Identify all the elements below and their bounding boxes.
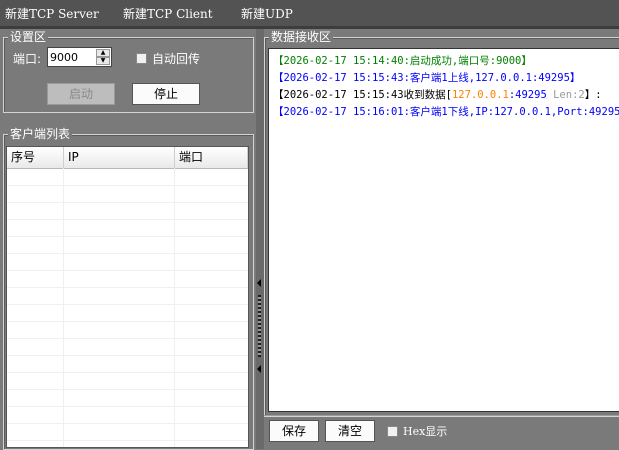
auto-reply-checkbox[interactable]	[136, 53, 147, 64]
table-grid-line	[7, 406, 248, 407]
settings-group-title: 设置区	[8, 30, 49, 44]
hex-display-label: Hex显示	[403, 425, 448, 438]
table-grid-line	[7, 202, 248, 203]
log-segment: Len:2	[553, 89, 585, 101]
new-tcp-client-tab[interactable]: 新建TCP Client	[123, 5, 213, 22]
log-line: 【2026-02-17 15:14:40:启动成功,端口号:9000】	[273, 55, 532, 67]
column-header-port[interactable]: 端口	[175, 147, 248, 168]
table-grid-line	[7, 440, 248, 441]
client-list-title: 客户端列表	[8, 127, 73, 141]
table-grid-line	[7, 304, 248, 305]
receive-group-title: 数据接收区	[269, 30, 334, 44]
log-line: 【2026-02-17 15:15:43收到数据[127.0.0.1:49295…	[273, 87, 602, 102]
pane-splitter[interactable]	[256, 29, 264, 449]
stop-button[interactable]: 停止	[132, 83, 200, 105]
table-grid-line	[7, 219, 248, 220]
clear-button[interactable]: 清空	[325, 420, 375, 442]
table-grid-line	[7, 372, 248, 373]
table-grid-line	[7, 287, 248, 288]
new-tcp-server-tab[interactable]: 新建TCP Server	[5, 5, 99, 22]
table-grid-line	[7, 389, 248, 390]
log-segment: 【2026-02-17 15:15:43收到数据[	[273, 89, 452, 101]
log-line: 【2026-02-17 15:16:01:客户端1下线,IP:127.0.0.1…	[273, 106, 619, 118]
new-udp-tab[interactable]: 新建UDP	[241, 5, 293, 22]
spin-down-icon[interactable]: ▼	[96, 57, 110, 65]
log-segment: 】:	[584, 89, 602, 101]
collapse-left-icon[interactable]	[257, 279, 261, 287]
log-segment: 127.0.0.1	[451, 89, 509, 101]
bottom-separator	[264, 415, 619, 416]
save-button[interactable]: 保存	[269, 420, 319, 442]
port-spinbox[interactable]: ▲ ▼	[47, 47, 112, 67]
start-button[interactable]: 启动	[47, 83, 115, 105]
left-pane: 设置区 端口: ▲ ▼ 自动回传 启动 停止 客户端列表 序号 IP 端口	[0, 29, 256, 450]
collapse-left-icon[interactable]	[257, 365, 261, 373]
table-grid-line	[7, 253, 248, 254]
log-segment: :49295	[508, 89, 554, 101]
log-line: 【2026-02-17 15:15:43:客户端1上线,127.0.0.1:49…	[273, 72, 581, 84]
port-input[interactable]	[50, 50, 94, 64]
table-grid-line	[7, 423, 248, 424]
table-grid-line	[7, 236, 248, 237]
right-pane: 数据接收区 【2026-02-17 15:14:40:启动成功,端口号:9000…	[264, 29, 619, 449]
client-table-header: 序号 IP 端口	[7, 147, 248, 169]
port-label: 端口:	[13, 52, 42, 66]
settings-group	[3, 37, 254, 113]
receive-log[interactable]: 【2026-02-17 15:14:40:启动成功,端口号:9000】 【2026…	[268, 48, 619, 412]
hex-display-checkbox[interactable]	[387, 426, 398, 437]
column-header-ip[interactable]: IP	[64, 147, 175, 168]
client-table[interactable]: 序号 IP 端口	[6, 146, 249, 448]
splitter-grip-icon[interactable]	[258, 295, 261, 357]
top-menu-bar: 新建TCP Server 新建TCP Client 新建UDP	[0, 0, 619, 26]
table-grid-line	[7, 338, 248, 339]
auto-reply-label: 自动回传	[152, 52, 201, 66]
spin-up-icon[interactable]: ▲	[96, 49, 110, 57]
table-grid-line	[7, 270, 248, 271]
table-grid-line	[7, 185, 248, 186]
table-grid-line	[7, 355, 248, 356]
column-header-index[interactable]: 序号	[7, 147, 64, 168]
table-grid-line	[7, 321, 248, 322]
